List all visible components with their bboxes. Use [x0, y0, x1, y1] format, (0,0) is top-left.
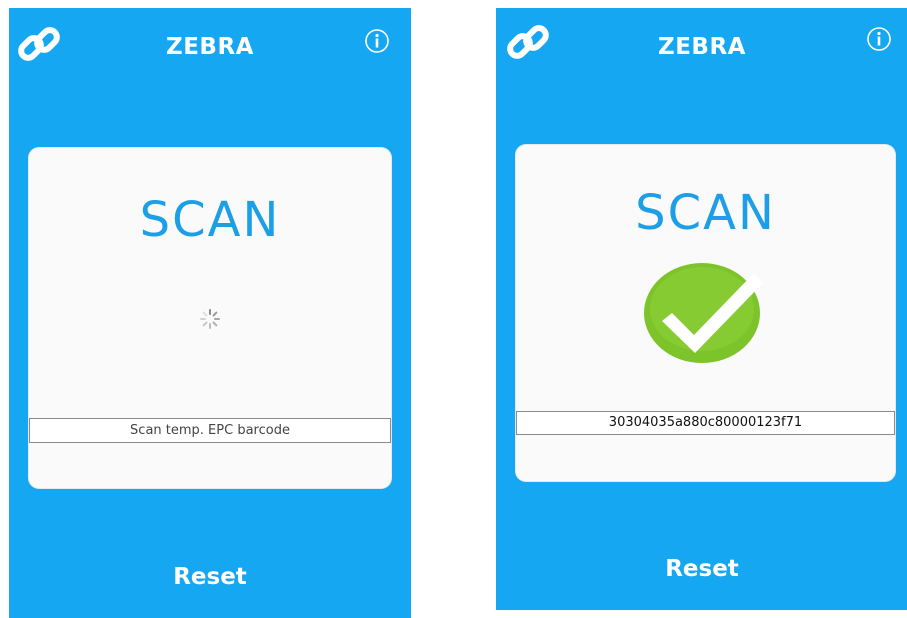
scan-card: SCAN Scan temp. EPC barcode: [29, 148, 391, 488]
scan-card: SCAN 30304035a880c80000123f71: [516, 145, 895, 481]
brand-title: ZEBRA: [166, 34, 254, 60]
scan-title: SCAN: [635, 185, 776, 241]
brand-title: ZEBRA: [658, 34, 746, 60]
top-bar: ZEBRA: [496, 8, 907, 80]
spinner-icon: [200, 309, 220, 329]
reset-button[interactable]: Reset: [9, 564, 411, 590]
epc-status-field[interactable]: Scan temp. EPC barcode: [29, 418, 391, 443]
epc-status-field[interactable]: 30304035a880c80000123f71: [516, 411, 895, 435]
scan-screen-success: ZEBRA SCAN 30304035a880c80000123f71 Rese…: [496, 8, 907, 610]
reset-button[interactable]: Reset: [496, 556, 907, 582]
scan-title: SCAN: [139, 192, 281, 248]
info-icon[interactable]: [866, 26, 892, 52]
checkmark-icon: [644, 263, 763, 363]
info-icon[interactable]: [364, 28, 390, 54]
top-bar: ZEBRA: [9, 8, 411, 80]
scan-screen-scanning: ZEBRA SCAN Scan temp. EPC barcode Reset: [9, 8, 411, 618]
